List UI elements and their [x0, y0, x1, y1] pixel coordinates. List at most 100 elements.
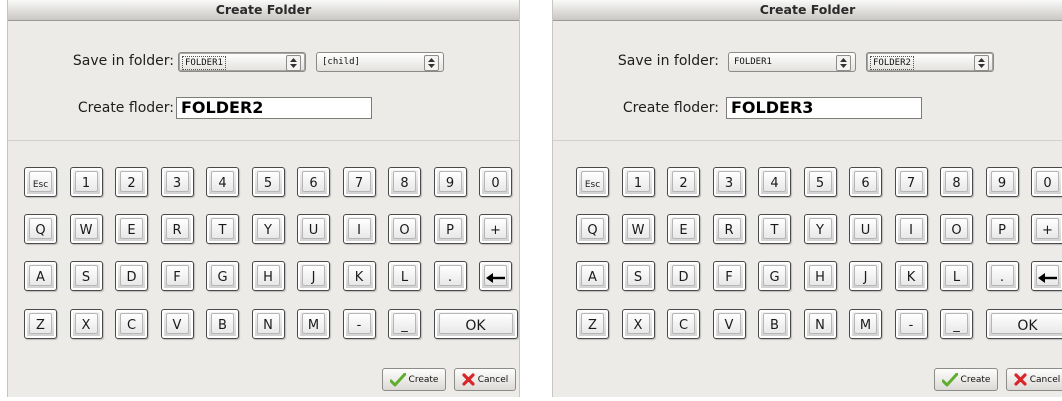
key-4[interactable]: 4 [206, 167, 239, 197]
folder-name-input[interactable]: FOLDER3 [726, 97, 922, 119]
key-t[interactable]: T [206, 214, 239, 244]
key-4[interactable]: 4 [758, 167, 791, 197]
key-a[interactable]: A [24, 261, 57, 291]
key-d[interactable]: D [667, 261, 700, 291]
cancel-button[interactable]: Cancel [454, 368, 516, 391]
create-button[interactable]: Create [382, 368, 446, 391]
key-q[interactable]: Q [24, 214, 57, 244]
key-v[interactable]: V [160, 309, 194, 339]
key-3[interactable]: 3 [160, 167, 194, 197]
key-r[interactable]: R [712, 214, 746, 244]
key-r[interactable]: R [160, 214, 194, 244]
key-f[interactable]: F [712, 261, 746, 291]
key-5[interactable]: 5 [803, 167, 837, 197]
key-k[interactable]: K [342, 261, 376, 291]
key-i[interactable]: I [342, 214, 376, 244]
key-backspace[interactable] [1031, 261, 1062, 291]
folder-name-input[interactable]: FOLDER2 [176, 97, 372, 119]
key-6[interactable]: 6 [297, 167, 330, 197]
parent-folder-select[interactable]: FOLDER1 [728, 52, 856, 72]
key-minus[interactable]: - [894, 309, 928, 339]
key-underscore[interactable]: _ [388, 309, 421, 339]
key-k[interactable]: K [894, 261, 928, 291]
key-period[interactable]: . [433, 261, 467, 291]
key-j[interactable]: J [297, 261, 330, 291]
key-a[interactable]: A [576, 261, 609, 291]
key-s[interactable]: S [69, 261, 103, 291]
key-5[interactable]: 5 [251, 167, 285, 197]
key-label: 6 [309, 176, 318, 191]
key-7[interactable]: 7 [894, 167, 928, 197]
key-l[interactable]: L [388, 261, 421, 291]
cancel-button-label: Cancel [1029, 374, 1061, 385]
key-m[interactable]: M [849, 309, 882, 339]
key-ok[interactable]: OK [985, 309, 1062, 339]
key-e[interactable]: E [667, 214, 700, 244]
key-x[interactable]: X [69, 309, 103, 339]
key-j[interactable]: J [849, 261, 882, 291]
key-label: J [863, 270, 868, 285]
key-2[interactable]: 2 [115, 167, 148, 197]
key-c[interactable]: C [667, 309, 700, 339]
child-folder-select[interactable]: [child] [316, 52, 444, 72]
key-2[interactable]: 2 [667, 167, 700, 197]
key-o[interactable]: O [388, 214, 421, 244]
key-9[interactable]: 9 [985, 167, 1019, 197]
key-z[interactable]: Z [24, 309, 57, 339]
key-g[interactable]: G [758, 261, 791, 291]
key-f[interactable]: F [160, 261, 194, 291]
key-d[interactable]: D [115, 261, 148, 291]
key-7[interactable]: 7 [342, 167, 376, 197]
key-esc[interactable]: Esc [24, 167, 57, 197]
key-w[interactable]: W [621, 214, 655, 244]
key-e[interactable]: E [115, 214, 148, 244]
key-plus[interactable]: + [479, 214, 512, 244]
key-6[interactable]: 6 [849, 167, 882, 197]
key-3[interactable]: 3 [712, 167, 746, 197]
key-ok[interactable]: OK [433, 309, 518, 339]
key-1[interactable]: 1 [621, 167, 655, 197]
key-q[interactable]: Q [576, 214, 609, 244]
key-b[interactable]: B [206, 309, 239, 339]
key-l[interactable]: L [940, 261, 973, 291]
key-h[interactable]: H [803, 261, 837, 291]
key-t[interactable]: T [758, 214, 791, 244]
key-h[interactable]: H [251, 261, 285, 291]
key-minus[interactable]: - [342, 309, 376, 339]
key-backspace[interactable] [479, 261, 512, 291]
key-1[interactable]: 1 [69, 167, 103, 197]
key-u[interactable]: U [849, 214, 882, 244]
key-v[interactable]: V [712, 309, 746, 339]
child-folder-select[interactable]: FOLDER2 [866, 52, 994, 72]
key-p[interactable]: P [985, 214, 1019, 244]
key-z[interactable]: Z [576, 309, 609, 339]
key-esc[interactable]: Esc [576, 167, 609, 197]
key-underscore[interactable]: _ [940, 309, 973, 339]
key-y[interactable]: Y [251, 214, 285, 244]
key-s[interactable]: S [621, 261, 655, 291]
create-button[interactable]: Create [934, 368, 998, 391]
key-u[interactable]: U [297, 214, 330, 244]
key-0[interactable]: 0 [479, 167, 512, 197]
key-y[interactable]: Y [803, 214, 837, 244]
key-8[interactable]: 8 [940, 167, 973, 197]
key-label: J [311, 270, 316, 285]
key-0[interactable]: 0 [1031, 167, 1062, 197]
key-i[interactable]: I [894, 214, 928, 244]
key-n[interactable]: N [803, 309, 837, 339]
key-period[interactable]: . [985, 261, 1019, 291]
key-plus[interactable]: + [1031, 214, 1062, 244]
key-9[interactable]: 9 [433, 167, 467, 197]
key-w[interactable]: W [69, 214, 103, 244]
key-x[interactable]: X [621, 309, 655, 339]
key-n[interactable]: N [251, 309, 285, 339]
key-b[interactable]: B [758, 309, 791, 339]
key-8[interactable]: 8 [388, 167, 421, 197]
key-p[interactable]: P [433, 214, 467, 244]
parent-folder-select[interactable]: FOLDER1 [178, 52, 306, 72]
key-m[interactable]: M [297, 309, 330, 339]
key-g[interactable]: G [206, 261, 239, 291]
cancel-button[interactable]: Cancel [1006, 368, 1062, 391]
key-o[interactable]: O [940, 214, 973, 244]
key-c[interactable]: C [115, 309, 148, 339]
